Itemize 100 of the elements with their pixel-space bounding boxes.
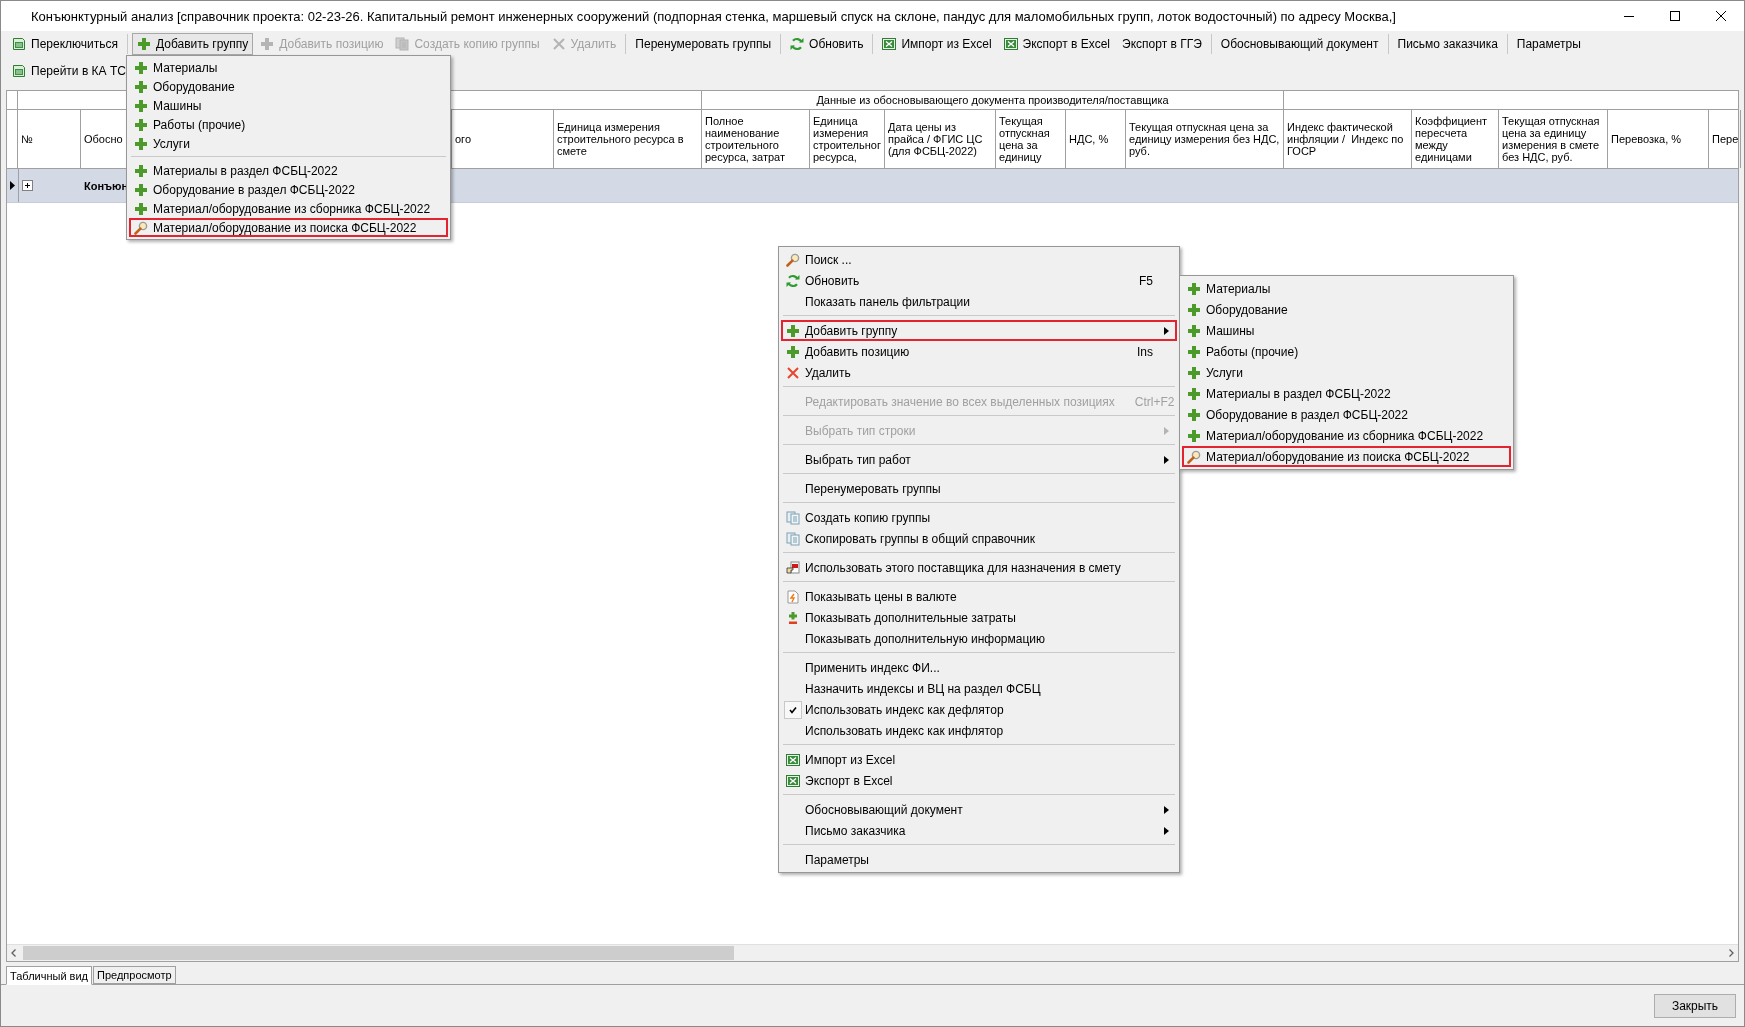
plus-icon xyxy=(1187,407,1201,422)
menu-item[interactable]: Материал/оборудование из поиска ФСБЦ-2022 xyxy=(1182,446,1511,467)
toolbar-button[interactable]: Обновить xyxy=(785,33,869,55)
menu-item[interactable]: Параметры xyxy=(781,849,1177,870)
column-header[interactable]: Единица измерения строительного ресурса в смете xyxy=(554,110,702,168)
view-tab[interactable]: Предпросмотр xyxy=(93,966,176,984)
menu-item[interactable]: Оборудование xyxy=(1182,299,1511,320)
menu-item[interactable]: Показывать цены в валюте xyxy=(781,586,1177,607)
refresh-icon xyxy=(790,37,805,51)
toolbar-button[interactable]: Параметры xyxy=(1511,33,1586,55)
menu-item[interactable]: Удалить xyxy=(781,362,1177,383)
column-header[interactable]: ого xyxy=(452,110,554,168)
menu-item[interactable]: Материал/оборудование из поиска ФСБЦ-2022 xyxy=(129,218,448,237)
menu-item[interactable]: Скопировать группы в общий справочник xyxy=(781,528,1177,549)
plus-icon xyxy=(1187,323,1201,338)
menu-item[interactable]: Письмо заказчика xyxy=(781,820,1177,841)
plus-icon xyxy=(1187,428,1201,443)
toolbar-button[interactable]: Переключиться xyxy=(7,33,123,55)
column-header[interactable]: № xyxy=(18,110,81,168)
menu-item[interactable]: Материалы в раздел ФСБЦ-2022 xyxy=(1182,383,1511,404)
menu-item[interactable]: Показать панель фильтрации xyxy=(781,291,1177,312)
spreadsheet-icon xyxy=(786,773,800,788)
menu-item[interactable]: Материал/оборудование из сборника ФСБЦ-2022 xyxy=(1182,425,1511,446)
menu-item[interactable]: Машины xyxy=(129,96,448,115)
menu-item[interactable]: Оборудование в раздел ФСБЦ-2022 xyxy=(129,180,448,199)
menu-item[interactable]: Обновить F5 xyxy=(781,270,1177,291)
menu-item[interactable]: Создать копию группы xyxy=(781,507,1177,528)
plus-minus-icon xyxy=(786,610,800,625)
group-row-text: Конъюн xyxy=(84,179,129,192)
plus-icon xyxy=(786,323,800,338)
menu-item[interactable]: Обосновывающий документ xyxy=(781,799,1177,820)
close-dialog-button[interactable]: Закрыть xyxy=(1654,993,1736,1018)
column-header[interactable]: НДС, % xyxy=(1066,110,1126,168)
column-header[interactable]: Единица измерения строительног ресурса, xyxy=(810,110,885,168)
menu-item[interactable]: Экспорт в Excel xyxy=(781,770,1177,791)
menu-item[interactable]: Импорт из Excel xyxy=(781,749,1177,770)
view-tab[interactable]: Табличный вид xyxy=(6,966,93,985)
menu-item[interactable]: Работы (прочие) xyxy=(1182,341,1511,362)
plus-icon xyxy=(134,201,148,216)
toolbar-button[interactable]: Обосновывающий документ xyxy=(1215,33,1384,55)
shortcut-text: F5 xyxy=(1139,273,1153,288)
copy-icon xyxy=(395,37,410,51)
menu-item[interactable]: Применить индекс ФИ... xyxy=(781,657,1177,678)
menu-item[interactable]: Работы (прочие) xyxy=(129,115,448,134)
menu-item[interactable]: Добавить позицию Ins xyxy=(781,341,1177,362)
expand-icon[interactable] xyxy=(22,180,33,191)
menu-item[interactable]: Выбрать тип работ xyxy=(781,449,1177,470)
menu-item[interactable]: Использовать индекс как дефлятор xyxy=(781,699,1177,720)
toolbar-button[interactable]: Перенумеровать группы xyxy=(630,33,777,55)
plus-icon xyxy=(260,37,275,51)
spreadsheet-icon xyxy=(882,37,897,51)
menu-item[interactable]: Материалы xyxy=(129,58,448,77)
toolbar-button[interactable]: Импорт из Excel xyxy=(877,33,997,55)
column-header[interactable]: Перевозка, % xyxy=(1608,110,1709,168)
menu-item[interactable]: Использовать этого поставщика для назначения в смету xyxy=(781,557,1177,578)
menu-item[interactable]: Назначить индексы и ВЦ на раздел ФСБЦ xyxy=(781,678,1177,699)
document-icon xyxy=(786,589,800,604)
menu-item[interactable]: Показывать дополнительную информацию xyxy=(781,628,1177,649)
row-pointer-icon xyxy=(10,181,15,190)
toolbar-button[interactable]: Письмо заказчика xyxy=(1392,33,1503,55)
window-title: Конъюнктурный анализ [справочник проекта: 02-23-26. Капитальный ремонт инженерных сооружений (подпорная стенка, маршевый спуск на склоне, пандус для маломобильных групп, лоток водосточный) по адресу Москва,] xyxy=(30,8,1397,24)
horizontal-scrollbar[interactable] xyxy=(7,944,1738,961)
plus-icon xyxy=(134,117,148,132)
delete-icon xyxy=(786,365,800,380)
menu-item[interactable]: Материалы xyxy=(1182,278,1511,299)
menu-item[interactable]: Оборудование xyxy=(129,77,448,96)
column-header[interactable]: Дата цены из прайса / ФГИС ЦС (для ФСБЦ-2022) xyxy=(885,110,996,168)
column-header[interactable]: Текущая отпускная цена за единицу измерения без НДС, руб. xyxy=(1126,110,1284,168)
menu-item[interactable]: Поиск ... xyxy=(781,249,1177,270)
toolbar-button[interactable]: Экспорт в Excel xyxy=(998,33,1116,55)
maximize-icon[interactable] xyxy=(1670,11,1680,21)
close-icon[interactable] xyxy=(1716,11,1726,21)
document-icon xyxy=(12,37,26,51)
plus-icon xyxy=(134,60,148,75)
menu-item[interactable]: Показывать дополнительные затраты xyxy=(781,607,1177,628)
column-header[interactable]: Пере xyxy=(1709,110,1741,168)
column-header[interactable]: Коэффициент пересчета между единицами xyxy=(1412,110,1499,168)
shortcut-text: Ins xyxy=(1137,344,1153,359)
copy-icon xyxy=(786,510,800,525)
plus-icon xyxy=(1187,344,1201,359)
search-icon xyxy=(786,252,800,267)
menu-item[interactable]: Оборудование в раздел ФСБЦ-2022 xyxy=(1182,404,1511,425)
search-icon xyxy=(1187,449,1201,464)
toolbar-button[interactable]: Добавить группу xyxy=(132,33,254,55)
column-header[interactable]: Текущая отпускная цена за единицу xyxy=(996,110,1066,168)
column-header[interactable]: Полное наименование строительного ресурса, затрат xyxy=(702,110,810,168)
toolbar-button[interactable]: Экспорт в ГГЭ xyxy=(1117,33,1207,55)
column-header[interactable]: Индекс фактической инфляции / Индекс по ГОСР xyxy=(1284,110,1412,168)
menu-item[interactable]: Использовать индекс как инфлятор xyxy=(781,720,1177,741)
menu-item[interactable]: Перенумеровать группы xyxy=(781,478,1177,499)
plus-icon xyxy=(134,136,148,151)
menu-item[interactable]: Услуги xyxy=(129,134,448,153)
delete-icon xyxy=(551,37,566,51)
menu-item[interactable]: Добавить группу xyxy=(781,320,1177,341)
menu-item[interactable]: Машины xyxy=(1182,320,1511,341)
column-header[interactable]: Текущая отпускная цена за единицу измерения в смете без НДС, руб. xyxy=(1499,110,1608,168)
scrollbar-thumb[interactable] xyxy=(23,946,734,960)
menu-item[interactable]: Услуги xyxy=(1182,362,1511,383)
plus-icon xyxy=(134,182,148,197)
search-icon xyxy=(134,220,148,235)
